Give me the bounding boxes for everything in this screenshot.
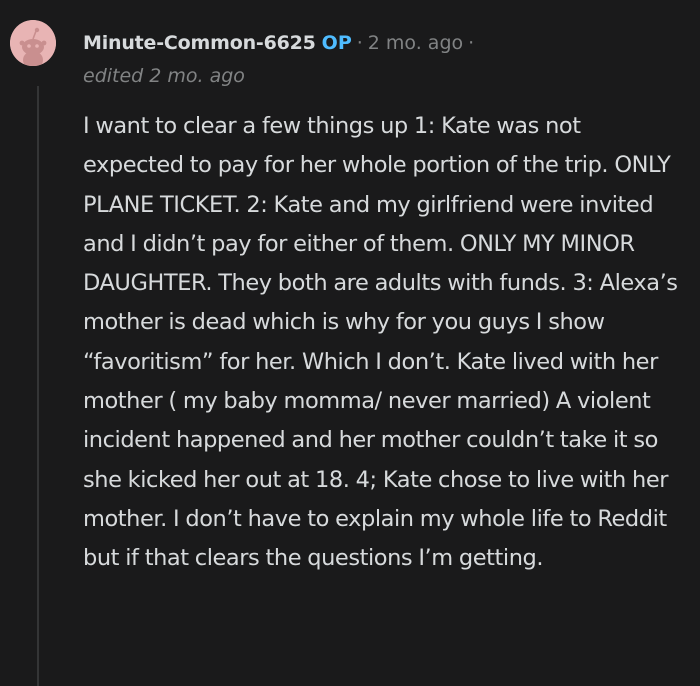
edited-label: edited 2 mo. ago	[83, 65, 245, 87]
author-username[interactable]: Minute-Common-6625	[83, 32, 316, 54]
comment-meta: Minute-Common-6625 OP · 2 mo. ago ·	[83, 28, 479, 58]
comment-body: I want to clear a few things up 1: Kate …	[83, 107, 683, 579]
comment-timestamp[interactable]: 2 mo. ago	[368, 32, 463, 54]
thread-line[interactable]	[37, 86, 39, 686]
comment-text: I want to clear a few things up 1: Kate …	[83, 113, 678, 572]
separator: ·	[356, 32, 363, 54]
snoo-avatar-icon[interactable]	[10, 20, 56, 66]
separator: ·	[468, 32, 475, 54]
comment: Minute-Common-6625 OP · 2 mo. ago · edited 2…	[0, 0, 700, 686]
op-badge: OP	[321, 32, 352, 54]
